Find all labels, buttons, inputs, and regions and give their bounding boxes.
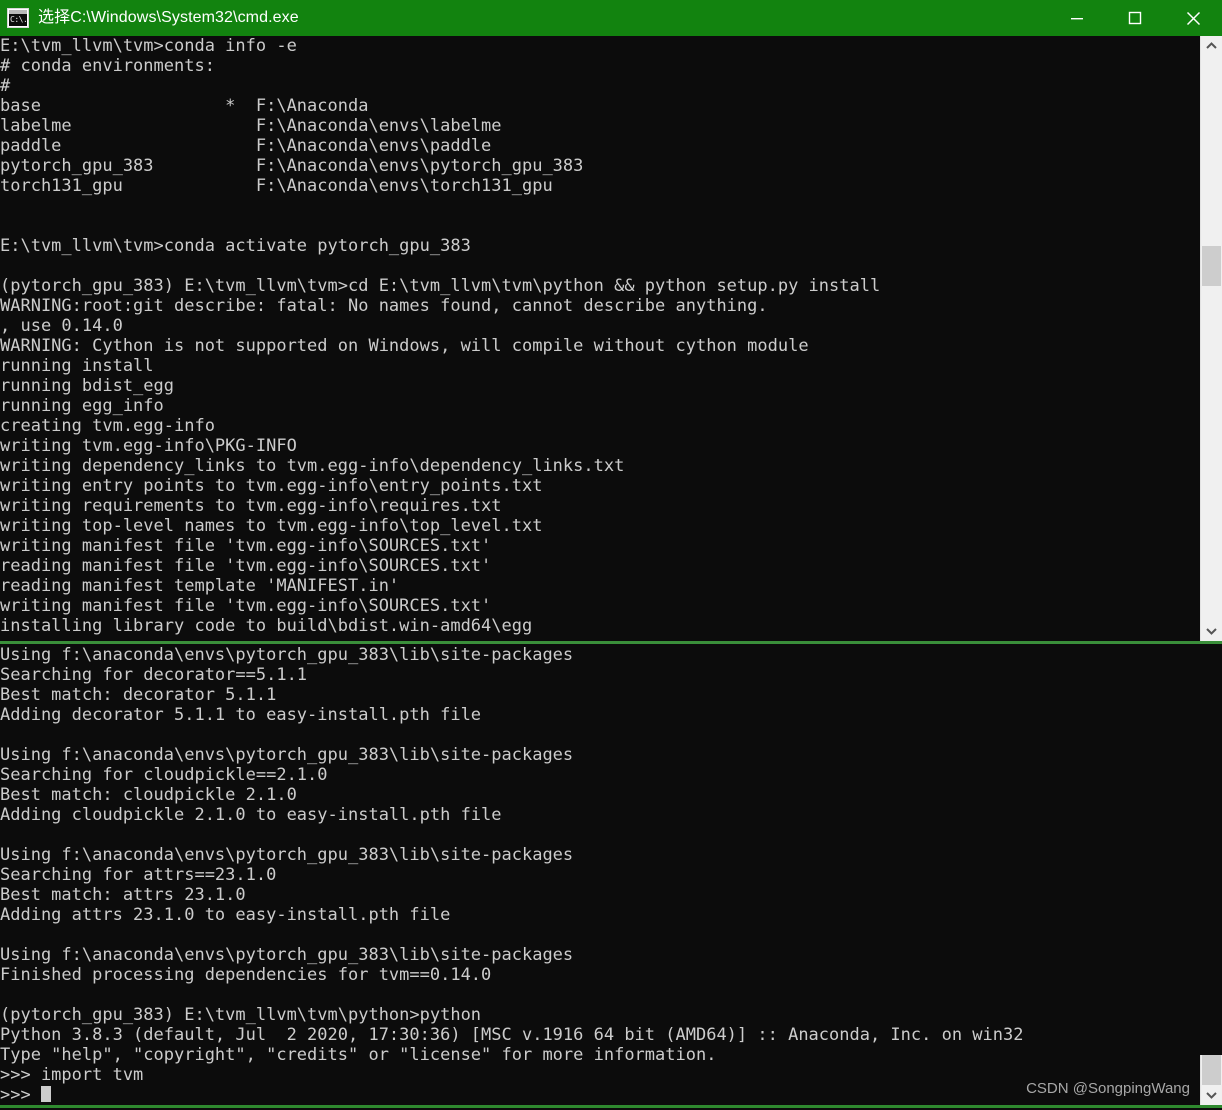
console-line: Searching for decorator==5.1.1: [0, 665, 308, 685]
pane-divider: [0, 641, 1222, 644]
console-line: running bdist_egg: [0, 376, 174, 396]
console-line: running egg_info: [0, 396, 164, 416]
console-line: Using f:\anaconda\envs\pytorch_gpu_383\l…: [0, 845, 574, 865]
console-line: Finished processing dependencies for tvm…: [0, 965, 492, 985]
console-line: # conda environments:: [0, 56, 215, 76]
console-line: Best match: cloudpickle 2.1.0: [0, 785, 297, 805]
minimize-button[interactable]: [1048, 0, 1106, 36]
console-output-bottom[interactable]: Using f:\anaconda\envs\pytorch_gpu_383\l…: [0, 645, 1222, 1105]
console-line: Type "help", "copyright", "credits" or "…: [0, 1045, 717, 1065]
console-line: >>> import tvm: [0, 1065, 144, 1085]
console-line: WARNING:root:git describe: fatal: No nam…: [0, 296, 768, 316]
window-controls: [1048, 0, 1222, 36]
cmd-window: 选择C:\Windows\System32\cmd.exe E:\tvm_llv…: [0, 0, 1222, 1110]
console-line: base * F:\Anaconda: [0, 96, 369, 116]
console-line: writing manifest file 'tvm.egg-info\SOUR…: [0, 536, 492, 556]
title-bar[interactable]: 选择C:\Windows\System32\cmd.exe: [0, 0, 1222, 36]
console-line: WARNING: Cython is not supported on Wind…: [0, 336, 809, 356]
console-line: writing entry points to tvm.egg-info\ent…: [0, 476, 543, 496]
console-line: writing requirements to tvm.egg-info\req…: [0, 496, 502, 516]
minimize-icon: [1071, 18, 1083, 20]
scroll-down-button[interactable]: [1201, 621, 1222, 641]
chevron-down-icon: [1206, 1092, 1217, 1099]
console-line: Using f:\anaconda\envs\pytorch_gpu_383\l…: [0, 645, 574, 665]
text-cursor: [40, 1086, 51, 1102]
console-text-bottom: Using f:\anaconda\envs\pytorch_gpu_383\l…: [0, 645, 1024, 1105]
console-line: labelme F:\Anaconda\envs\labelme: [0, 116, 502, 136]
console-line: E:\tvm_llvm\tvm>conda info -e: [0, 36, 297, 56]
bottom-edge-line: [0, 1105, 1222, 1108]
console-line: , use 0.14.0: [0, 316, 123, 336]
console-line: Best match: decorator 5.1.1: [0, 685, 277, 705]
console-output-top[interactable]: E:\tvm_llvm\tvm>conda info -e # conda env…: [0, 36, 1222, 641]
scrollbar-top[interactable]: [1200, 36, 1222, 641]
console-line: Searching for cloudpickle==2.1.0: [0, 765, 328, 785]
console-line: Using f:\anaconda\envs\pytorch_gpu_383\l…: [0, 945, 574, 965]
console-line: Searching for attrs==23.1.0: [0, 865, 277, 885]
console-line: Adding attrs 23.1.0 to easy-install.pth …: [0, 905, 451, 925]
console-line: reading manifest template 'MANIFEST.in': [0, 576, 400, 596]
console-line: writing dependency_links to tvm.egg-info…: [0, 456, 625, 476]
console-text-top: E:\tvm_llvm\tvm>conda info -e # conda env…: [0, 36, 880, 636]
console-line: (pytorch_gpu_383) E:\tvm_llvm\tvm>cd E:\…: [0, 276, 881, 296]
console-line: Python 3.8.3 (default, Jul 2 2020, 17:30…: [0, 1025, 1024, 1045]
maximize-button[interactable]: [1106, 0, 1164, 36]
close-button[interactable]: [1164, 0, 1222, 36]
console-line: Adding decorator 5.1.1 to easy-install.p…: [0, 705, 482, 725]
console-line: creating tvm.egg-info: [0, 416, 215, 436]
chevron-up-icon: [1206, 42, 1217, 49]
console-line: Adding cloudpickle 2.1.0 to easy-install…: [0, 805, 502, 825]
console-line: running install: [0, 356, 154, 376]
close-icon: [1186, 11, 1200, 25]
console-line: reading manifest file 'tvm.egg-info\SOUR…: [0, 556, 492, 576]
console-line: Using f:\anaconda\envs\pytorch_gpu_383\l…: [0, 745, 574, 765]
scrollbar-thumb-bottom[interactable]: [1202, 1055, 1221, 1085]
console-line: E:\tvm_llvm\tvm>conda activate pytorch_g…: [0, 236, 471, 256]
console-line: writing top-level names to tvm.egg-info\…: [0, 516, 543, 536]
console-line: installing library code to build\bdist.w…: [0, 616, 533, 636]
console-line: (pytorch_gpu_383) E:\tvm_llvm\tvm\python…: [0, 1005, 482, 1025]
maximize-icon: [1128, 11, 1142, 25]
chevron-down-icon: [1206, 628, 1217, 635]
console-line: torch131_gpu F:\Anaconda\envs\torch131_g…: [0, 176, 553, 196]
console-prompt-line: >>>: [0, 1085, 1024, 1105]
scroll-up-button[interactable]: [1201, 36, 1222, 56]
watermark: CSDN @SongpingWang: [1026, 1080, 1190, 1097]
scrollbar-bottom[interactable]: [1200, 1055, 1222, 1105]
scrollbar-thumb-top[interactable]: [1202, 246, 1221, 286]
console-line: Best match: attrs 23.1.0: [0, 885, 246, 905]
console-line: writing tvm.egg-info\PKG-INFO: [0, 436, 297, 456]
scroll-down-button-bottom[interactable]: [1201, 1085, 1222, 1105]
window-title: 选择C:\Windows\System32\cmd.exe: [38, 9, 299, 26]
console-line: paddle F:\Anaconda\envs\paddle: [0, 136, 492, 156]
console-line: #: [0, 76, 11, 96]
console-icon: [7, 8, 29, 28]
console-line: pytorch_gpu_383 F:\Anaconda\envs\pytorch…: [0, 156, 584, 176]
console-line: writing manifest file 'tvm.egg-info\SOUR…: [0, 596, 492, 616]
prompt-text: >>>: [0, 1085, 41, 1105]
